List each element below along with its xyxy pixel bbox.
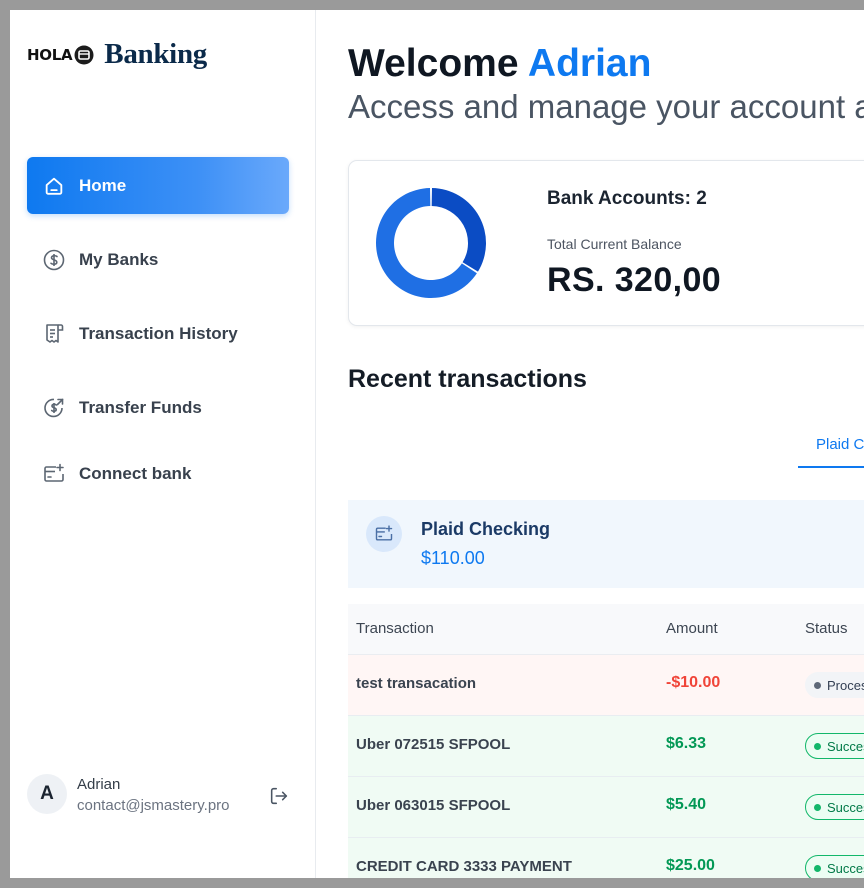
sidebar: HOLA Banking Home My Banks Transaction H… [10, 10, 316, 878]
bank-balance: $110.00 [421, 548, 485, 568]
transaction-amount: $25.00 [666, 857, 715, 874]
column-header-status: Status [805, 620, 848, 637]
total-balance-card: Bank Accounts: 2 Total Current Balance R… [348, 160, 864, 326]
tab-label: Plaid C [816, 436, 864, 453]
transaction-amount: $6.33 [666, 735, 707, 752]
sidebar-item-home[interactable]: Home [27, 157, 289, 214]
table-header: Transaction Amount Status [348, 604, 864, 655]
user-first-name: Adrian [527, 42, 652, 85]
status-badge: Proces [805, 672, 864, 698]
column-header-transaction: Transaction [356, 620, 434, 637]
logo[interactable]: HOLA Banking [27, 38, 207, 71]
transaction-name: Uber 063015 SFPOOL [356, 797, 511, 814]
bank-accounts-count: Bank Accounts: 2 [547, 188, 707, 209]
status-dot-icon [814, 803, 821, 811]
logo-mark-text: HOLA [27, 45, 73, 64]
user-profile: A Adrian contact@jsmastery.pro [27, 774, 297, 838]
app-window: HOLA Banking Home My Banks Transaction H… [10, 10, 864, 878]
transaction-amount: -$10.00 [666, 674, 721, 691]
sidebar-item-my-banks[interactable]: My Banks [27, 231, 289, 288]
connect-card-icon [366, 516, 402, 552]
home-icon [41, 173, 67, 199]
logo-mark: HOLA [27, 44, 95, 66]
transaction-name: test transacation [356, 675, 477, 692]
page-title: Welcome Adrian [348, 42, 651, 86]
sidebar-item-transfer-funds[interactable]: Transfer Funds [27, 379, 289, 436]
sidebar-item-label: Transfer Funds [79, 397, 202, 417]
tab-plaid-checking[interactable]: Plaid C [798, 430, 864, 468]
transactions-table: Transaction Amount Status test transacat… [348, 604, 864, 878]
logout-icon[interactable] [268, 785, 290, 807]
logo-badge-icon [74, 45, 94, 64]
sidebar-item-connect-bank[interactable]: Connect bank [27, 445, 289, 502]
status-badge: Succes [805, 794, 864, 820]
sidebar-item-label: Home [79, 175, 127, 195]
user-email: contact@jsmastery.pro [77, 797, 230, 814]
status-text: Succes [827, 799, 864, 815]
avatar[interactable]: A [27, 774, 67, 814]
status-text: Succes [827, 860, 864, 876]
main-content: Welcome Adrian Access and manage your ac… [316, 10, 864, 878]
status-text: Proces [827, 677, 864, 693]
logo-text: Banking [104, 38, 207, 70]
total-balance-label: Total Current Balance [547, 236, 682, 252]
transaction-name: Uber 072515 SFPOOL [356, 736, 511, 753]
sidebar-item-label: My Banks [79, 249, 159, 269]
dollar-circle-icon [41, 247, 67, 273]
money-send-icon [41, 395, 67, 421]
sidebar-item-transaction-history[interactable]: Transaction History [27, 305, 289, 362]
bank-name: Plaid Checking [421, 519, 551, 539]
page-subtitle: Access and manage your account a [348, 88, 864, 125]
greeting-text: Welcome [348, 42, 519, 85]
bank-info-card[interactable]: Plaid Checking $110.00 [348, 500, 864, 588]
receipt-icon [41, 321, 67, 347]
status-dot-icon [814, 681, 821, 689]
status-dot-icon [814, 742, 821, 750]
user-name: Adrian [77, 776, 121, 793]
recent-transactions-title: Recent transactions [348, 365, 587, 393]
column-header-amount: Amount [666, 620, 718, 637]
donut-segment-0 [431, 188, 486, 272]
total-balance-value: RS. 320,00 [547, 261, 722, 299]
balance-donut-chart [375, 188, 486, 298]
sidebar-item-label: Connect bank [79, 463, 192, 483]
status-text: Succes [827, 738, 864, 754]
transaction-amount: $5.40 [666, 796, 707, 813]
table-row[interactable]: test transacation -$10.00 Proces [348, 655, 864, 716]
table-row[interactable]: Uber 072515 SFPOOL $6.33 Succes [348, 716, 864, 777]
status-dot-icon [814, 864, 821, 872]
status-badge: Succes [805, 733, 864, 759]
table-row[interactable]: CREDIT CARD 3333 PAYMENT $25.00 Succes [348, 838, 864, 878]
sidebar-item-label: Transaction History [79, 323, 238, 343]
status-badge: Succes [805, 855, 864, 878]
transaction-name: CREDIT CARD 3333 PAYMENT [356, 858, 572, 875]
table-row[interactable]: Uber 063015 SFPOOL $5.40 Succes [348, 777, 864, 838]
connect-card-icon [41, 461, 67, 487]
